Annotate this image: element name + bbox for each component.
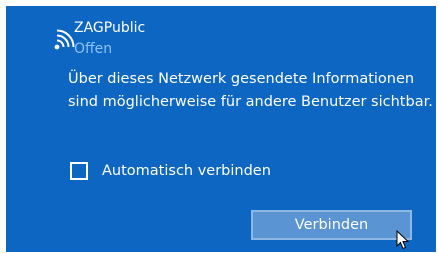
auto-connect-checkbox[interactable] bbox=[70, 162, 88, 180]
connect-button[interactable]: Verbinden bbox=[251, 210, 412, 240]
auto-connect-option[interactable]: Automatisch verbinden bbox=[70, 159, 271, 183]
wifi-network-panel: ZAGPublic Offen Über dieses Netzwerk ges… bbox=[6, 6, 436, 252]
auto-connect-label: Automatisch verbinden bbox=[102, 163, 271, 179]
network-name: ZAGPublic bbox=[74, 20, 146, 36]
security-warning-text: Über dieses Netzwerk gesendete Informati… bbox=[68, 71, 433, 110]
network-status: Offen bbox=[74, 41, 113, 57]
wifi-signal-icon bbox=[54, 29, 75, 50]
